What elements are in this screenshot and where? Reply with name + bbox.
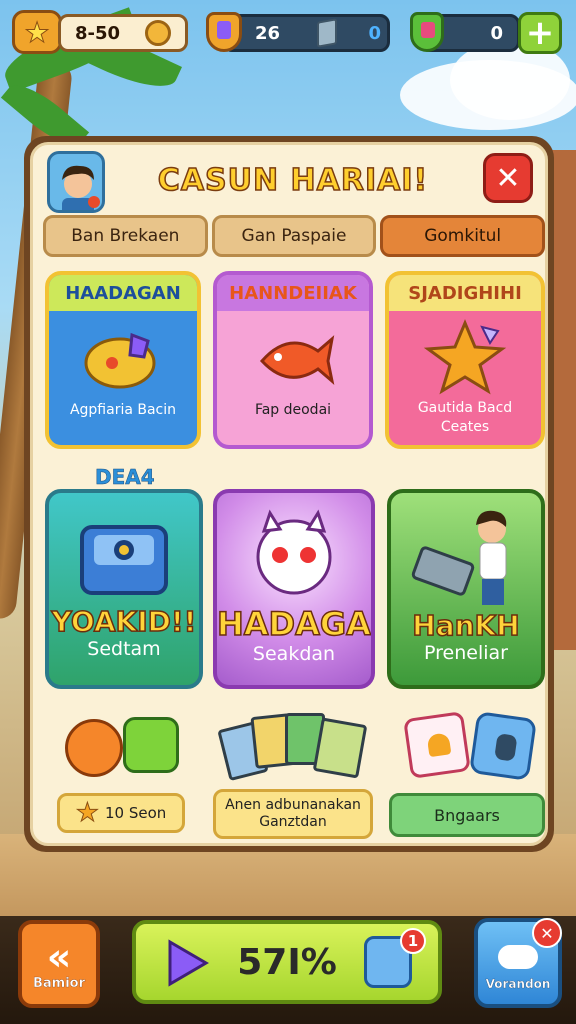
add-currency-button[interactable]: + (518, 12, 562, 54)
card-3-header: SJADIGHIHI (408, 282, 522, 304)
item-button-2[interactable]: Anen adbunanakan Ganztdan (213, 789, 373, 839)
star-icon: ★ (24, 15, 50, 49)
crystals-value: 0 (368, 22, 381, 44)
gems-value: 26 (255, 22, 281, 44)
fish-icon (259, 335, 335, 385)
card-2-header: HANNDEIIAK (229, 282, 357, 304)
reward-card-2[interactable]: HANNDEIIAK Fap deodai (213, 271, 373, 449)
shield-gem-icon (206, 12, 242, 52)
offer-3-title: HanKH (412, 608, 521, 643)
reward-card-3[interactable]: SJADIGHIHI Gautida Bacd Ceates (385, 271, 545, 449)
card-3-caption: Gautida Bacd Ceates (417, 400, 513, 435)
settings-label: Vorandon (485, 977, 551, 991)
offer-2-title: HADAGAH (217, 604, 371, 644)
offer-1-title: YOAKID!! (51, 604, 197, 639)
play-label: 57I% (237, 941, 337, 983)
gems-counter: 26 0 (222, 14, 390, 52)
deal-label: DEA4 (95, 465, 155, 490)
star-gem-icon (423, 319, 507, 395)
plus-icon: + (525, 13, 555, 53)
card-2-caption: Fap deodai (254, 402, 332, 418)
tab-2[interactable]: Gan Paspaie (211, 215, 377, 257)
avatar[interactable] (47, 151, 105, 213)
offer-card-1[interactable]: YOAKID!! Sedtam (45, 489, 203, 689)
star-icon: ★ (75, 798, 99, 829)
notification-badge: 1 (400, 928, 426, 954)
double-arrow-left-icon: « (46, 934, 72, 979)
tab-1-label: Ban Brekaen (71, 226, 180, 246)
level-value: 8-50 (75, 22, 121, 44)
level-counter: 8-50 (58, 14, 188, 52)
reward-card-1[interactable]: HAADAGAN Agpfiaria Bacin (45, 271, 201, 449)
close-button[interactable]: ✕ (483, 153, 533, 203)
daily-panel: CASUN HARIAI! ✕ Ban Brekaen Gan Paspaie … (24, 136, 554, 852)
tab-bar: Ban Brekaen Gan Paspaie Gomkitul (43, 215, 546, 257)
coin-icon (145, 20, 171, 46)
tab-1[interactable]: Ban Brekaen (43, 215, 208, 257)
notification-count: 1 (407, 932, 419, 950)
gift-icons (403, 707, 543, 787)
close-badge-icon: ✕ (532, 918, 562, 948)
offer-card-2[interactable]: HADAGAH Seakdan (213, 489, 375, 689)
close-icon: ✕ (495, 160, 521, 196)
panel-title: CASUN HARIAI! (157, 162, 429, 199)
crystal-icon (317, 18, 337, 48)
character-icon (411, 510, 507, 605)
treasure-box-icon (80, 525, 168, 595)
gem-bag-icon (84, 332, 156, 389)
card-1-caption: Agpfiaria Bacin (69, 402, 177, 418)
offer-1-sub: Sedtam (87, 638, 161, 660)
shield-icon (410, 12, 444, 52)
item-2-label: Anen adbunanakan Ganztdan (225, 796, 361, 831)
tab-3-label: Gomkitul (424, 226, 502, 246)
level-badge[interactable]: ★ (12, 10, 62, 54)
item-button-1[interactable]: ★ 10 Seon (57, 793, 185, 833)
tab-2-label: Gan Paspaie (241, 226, 347, 246)
tab-3[interactable]: Gomkitul (380, 215, 546, 257)
offer-2-sub: Seakdan (252, 643, 336, 665)
cards-icon (217, 707, 373, 787)
settings-button[interactable]: Vorandon ✕ (474, 918, 562, 1008)
item-3-label: Bngaars (434, 805, 500, 825)
item-1-label: 10 Seon (105, 804, 167, 822)
item-button-3[interactable]: Bngaars (389, 793, 545, 837)
card-1-header: HAADAGAN (65, 282, 181, 304)
offer-3-sub: Preneliar (424, 642, 508, 664)
play-button[interactable]: 57I% 1 (132, 920, 442, 1004)
cloud-icon (498, 945, 538, 969)
play-triangle-icon (168, 939, 209, 987)
creature-icon (256, 509, 332, 595)
back-label: Bamior (32, 975, 86, 991)
fruits-icon (65, 711, 185, 781)
offer-card-3[interactable]: HanKH Preneliar (387, 489, 545, 689)
back-button[interactable]: « Bamior (18, 920, 100, 1008)
shields-value: 0 (490, 22, 503, 44)
